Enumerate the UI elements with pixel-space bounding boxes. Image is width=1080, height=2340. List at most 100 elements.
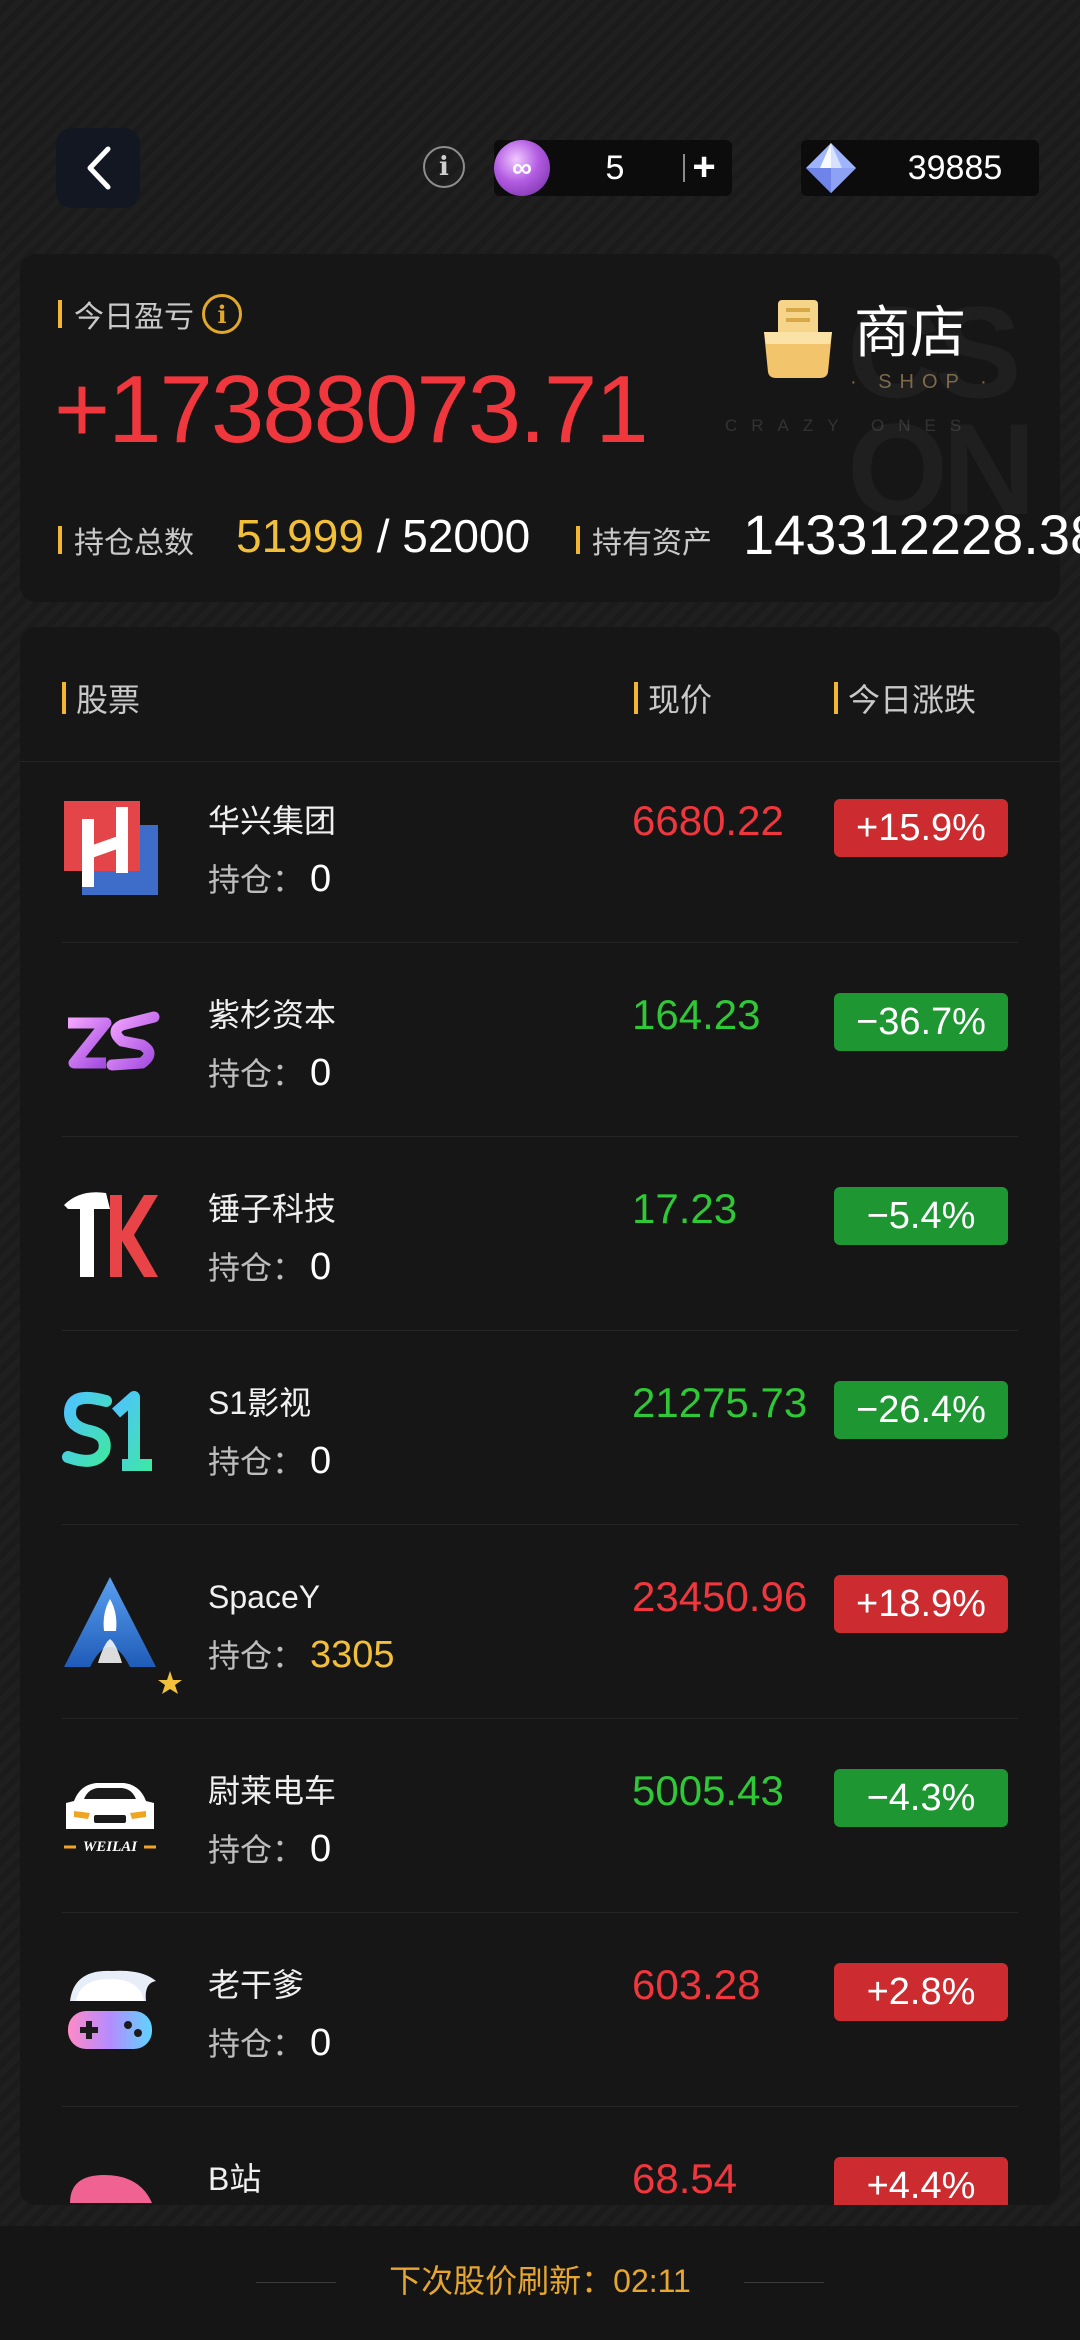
header-change-label: 今日涨跌 bbox=[848, 682, 977, 718]
gamepad-logo-icon bbox=[68, 1970, 156, 2049]
stock-row[interactable]: 紫杉资本 持仓： 0 164.23 −36.7% bbox=[20, 943, 1060, 1137]
stock-name: 华兴集团 bbox=[208, 803, 337, 839]
stock-change-badge: +18.9% bbox=[834, 1575, 1008, 1633]
holdings-label: 持仓总数 bbox=[58, 518, 194, 562]
holdings-value: 51999 / 52000 bbox=[236, 508, 530, 564]
holdings-max: 52000 bbox=[402, 510, 531, 562]
accent-bar bbox=[634, 682, 638, 714]
hold-count: 0 bbox=[310, 2022, 332, 2064]
add-token-button[interactable]: + bbox=[688, 140, 720, 196]
today-pl-label: 今日盈亏 i bbox=[58, 292, 242, 336]
accent-bar bbox=[62, 682, 66, 714]
stock-row[interactable]: 老干爹 持仓： 0 603.28 +2.8% bbox=[20, 1913, 1060, 2107]
stock-holding: 持仓： 0 bbox=[208, 1439, 331, 1484]
divider bbox=[683, 154, 685, 182]
stock-row[interactable]: WEILAI 尉莱电车 持仓： 0 5005.43 −4.3% bbox=[20, 1719, 1060, 1913]
rocket-logo-icon bbox=[64, 1577, 182, 1694]
stock-price: 21275.73 bbox=[632, 1379, 808, 1426]
stock-change-badge: −5.4% bbox=[834, 1187, 1008, 1245]
header-price: 现价 bbox=[634, 675, 712, 721]
header-change: 今日涨跌 bbox=[834, 675, 976, 721]
stock-price: 23450.96 bbox=[632, 1573, 808, 1620]
holdings-separator: / bbox=[363, 510, 403, 562]
token-icon: ∞ bbox=[494, 140, 550, 196]
today-pl-value: +17388073.71 bbox=[54, 356, 649, 463]
header-price-label: 现价 bbox=[648, 682, 713, 718]
hold-count: 0 bbox=[310, 858, 332, 900]
stock-holding: 持仓： 3305 bbox=[208, 1633, 395, 1678]
stock-price: 6680.22 bbox=[632, 797, 784, 844]
stock-holding: 持仓： 0 bbox=[208, 1245, 331, 1290]
shop-subtitle: · SHOP · bbox=[850, 371, 995, 393]
stock-holding: 持仓： 0 bbox=[208, 1051, 331, 1096]
diamond-icon bbox=[806, 143, 856, 193]
stock-name: 紫杉资本 bbox=[208, 997, 337, 1033]
zs-logo-icon bbox=[68, 1011, 160, 1071]
shop-title[interactable]: 商店 bbox=[854, 305, 966, 361]
stock-list: 股票 现价 今日涨跌 华兴集团 持仓： 0 6680.22 +15.9% 紫杉资本… bbox=[20, 627, 1060, 2205]
hammer-tk-logo-icon bbox=[64, 1192, 158, 1277]
stock-holding: 持仓： 0 bbox=[208, 1827, 331, 1872]
assets-label: 持有资产 bbox=[576, 518, 712, 562]
stock-change-badge: +15.9% bbox=[834, 799, 1008, 857]
assets-value: 143312228.38 bbox=[743, 503, 1080, 566]
s1-logo-icon bbox=[62, 1391, 152, 1471]
accent-bar bbox=[576, 526, 580, 554]
stock-change-badge: −36.7% bbox=[834, 993, 1008, 1051]
stock-holding: 持仓： 0 bbox=[208, 857, 331, 902]
hold-count: 0 bbox=[310, 1440, 332, 1482]
footer-bar: 下次股价刷新：02:11 bbox=[0, 2226, 1080, 2340]
stock-change-badge: −26.4% bbox=[834, 1381, 1008, 1439]
header-stock: 股票 bbox=[62, 675, 140, 721]
info-icon[interactable]: i bbox=[423, 146, 465, 188]
stock-name: 尉莱电车 bbox=[208, 1773, 337, 1809]
stock-row[interactable]: S1影视 持仓： 0 21275.73 −26.4% bbox=[20, 1331, 1060, 1525]
car-logo-icon: WEILAI bbox=[64, 1783, 156, 1855]
accent-bar bbox=[58, 300, 62, 328]
holdings-label-text: 持仓总数 bbox=[74, 527, 194, 560]
hold-label: 持仓： bbox=[208, 862, 305, 898]
stock-price: 68.54 bbox=[632, 2155, 738, 2202]
holdings-current: 51999 bbox=[236, 510, 364, 562]
hold-label: 持仓： bbox=[208, 1444, 305, 1480]
stock-row[interactable]: B站 68.54 +4.4% bbox=[20, 2107, 1060, 2205]
stock-price: 17.23 bbox=[632, 1185, 738, 1232]
stock-name: S1影视 bbox=[208, 1385, 312, 1421]
stock-row[interactable]: SpaceY 持仓： 3305 23450.96 +18.9% bbox=[20, 1525, 1060, 1719]
hold-count: 0 bbox=[310, 1828, 332, 1870]
stock-holding: 持仓： 0 bbox=[208, 2021, 331, 2066]
refresh-countdown: 下次股价刷新：02:11 bbox=[389, 2263, 691, 2299]
weilai-wordmark: WEILAI bbox=[83, 1839, 138, 1855]
stock-price: 164.23 bbox=[632, 991, 761, 1038]
token-count: 5 bbox=[605, 149, 625, 187]
gem-count: 39885 bbox=[907, 149, 1003, 187]
stock-name: SpaceY bbox=[208, 1579, 321, 1615]
hold-label: 持仓： bbox=[208, 1832, 305, 1868]
stock-change-badge: +2.8% bbox=[834, 1963, 1008, 2021]
stock-name: 老干爹 bbox=[208, 1967, 305, 2003]
favorite-star-icon bbox=[158, 1671, 182, 1694]
stock-name: 锤子科技 bbox=[208, 1191, 337, 1227]
stock-change-badge: +4.4% bbox=[834, 2157, 1008, 2205]
watermark-text: CRAZY ONES bbox=[725, 416, 976, 435]
hold-count: 3305 bbox=[310, 1634, 395, 1676]
stock-change-badge: −4.3% bbox=[834, 1769, 1008, 1827]
info-icon[interactable]: i bbox=[202, 294, 242, 334]
today-pl-text: 今日盈亏 bbox=[74, 301, 194, 334]
stock-row[interactable]: 华兴集团 持仓： 0 6680.22 +15.9% bbox=[20, 749, 1060, 943]
hold-label: 持仓： bbox=[208, 1056, 305, 1092]
stock-price: 603.28 bbox=[632, 1961, 761, 2008]
shop-icon[interactable] bbox=[760, 298, 836, 380]
assets-label-text: 持有资产 bbox=[592, 527, 712, 560]
hold-label: 持仓： bbox=[208, 1638, 305, 1674]
header-stock-label: 股票 bbox=[76, 682, 141, 718]
hold-label: 持仓： bbox=[208, 2026, 305, 2062]
bzhan-logo-icon bbox=[70, 2175, 152, 2203]
stock-row[interactable]: 锤子科技 持仓： 0 17.23 −5.4% bbox=[20, 1137, 1060, 1331]
back-button[interactable] bbox=[56, 128, 140, 208]
chevron-left-icon bbox=[87, 146, 111, 190]
accent-bar bbox=[834, 682, 838, 714]
stock-price: 5005.43 bbox=[632, 1767, 784, 1814]
stock-name: B站 bbox=[208, 2161, 262, 2197]
hold-count: 0 bbox=[310, 1052, 332, 1094]
